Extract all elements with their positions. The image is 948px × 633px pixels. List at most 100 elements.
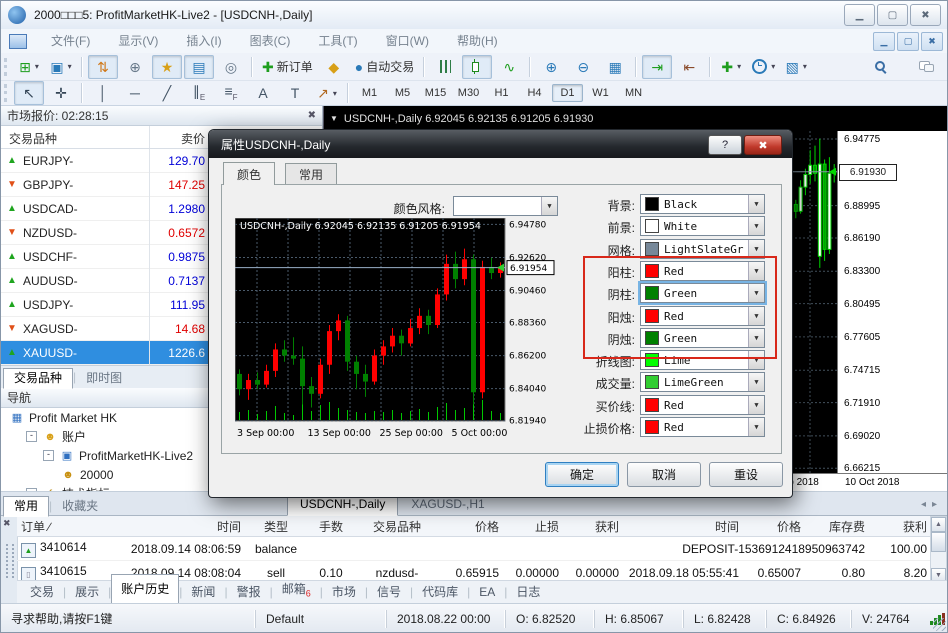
profiles-button[interactable]: ▣▾ [46, 55, 76, 79]
orders-column-1[interactable]: 时间 [117, 516, 245, 537]
ok-button[interactable]: 确定 [545, 462, 619, 487]
terminal-tab-1[interactable]: 展示 [66, 582, 108, 603]
terminal-tab-0[interactable]: 交易 [21, 582, 63, 603]
chat-button[interactable] [911, 55, 941, 79]
dialog-titlebar[interactable]: 属性USDCNH-,Daily [209, 130, 792, 158]
terminal-tab-7[interactable]: 信号 [368, 582, 410, 603]
trendline-button[interactable]: ╱ [152, 81, 182, 105]
dropdown-arrow-icon[interactable]: ▼ [748, 307, 764, 325]
cancel-button[interactable]: 取消 [627, 462, 701, 487]
dropdown-arrow-icon[interactable]: ▾ [737, 62, 741, 71]
auto-scroll-button[interactable]: ⇥ [642, 55, 672, 79]
cursor-button[interactable]: ↖ [14, 81, 44, 105]
color-select-9[interactable]: Red▼ [640, 395, 765, 415]
mdi-close-button[interactable]: ✖ [921, 32, 943, 51]
minimize-button[interactable]: ▁ [844, 4, 875, 26]
color-scheme-select[interactable]: ▼ [453, 196, 558, 216]
mdi-restore-button[interactable]: ▢ [897, 32, 919, 51]
autotrading-button[interactable]: ●自动交易 [351, 55, 418, 79]
orders-column-11[interactable]: 获利 [869, 516, 931, 537]
color-select-0[interactable]: Black▼ [640, 194, 765, 214]
column-bid[interactable]: 卖价 [181, 130, 205, 147]
timeframe-button-h4[interactable]: H4 [519, 84, 550, 102]
dropdown-arrow-icon[interactable]: ▼ [748, 240, 764, 258]
navigator-tab-0[interactable]: 常用 [3, 496, 49, 517]
terminal-close-icon[interactable]: ✖ [3, 518, 11, 529]
color-select-6[interactable]: Green▼ [640, 328, 765, 348]
orders-column-2[interactable]: 类型 [245, 516, 307, 537]
dialog-tab-colors[interactable]: 颜色 [223, 162, 275, 185]
dropdown-arrow-icon[interactable]: ▼ [748, 217, 764, 235]
timeframe-button-m5[interactable]: M5 [387, 84, 418, 102]
timeframe-button-m1[interactable]: M1 [354, 84, 385, 102]
crosshair-button[interactable]: ✛ [46, 81, 76, 105]
tab-scroll-arrows[interactable]: ◂▸ [921, 499, 943, 510]
color-select-1[interactable]: White▼ [640, 216, 765, 236]
terminal-tab-2[interactable]: 账户历史 [111, 574, 179, 603]
dialog-help-button[interactable]: ? [708, 135, 742, 155]
templates-button[interactable]: ▧▾ [781, 55, 811, 79]
color-select-4[interactable]: Green▼ [640, 283, 765, 303]
dropdown-arrow-icon[interactable]: ▼ [748, 373, 764, 391]
zoom-in-button[interactable]: ⊕ [536, 55, 566, 79]
arrows-button[interactable]: ↗▾ [312, 81, 342, 105]
color-select-2[interactable]: LightSlateGr▼ [640, 239, 765, 259]
orders-column-10[interactable]: 库存费 [805, 516, 869, 537]
dropdown-arrow-icon[interactable]: ▾ [803, 62, 807, 71]
timeframe-button-mn[interactable]: MN [618, 84, 649, 102]
market-watch-button[interactable]: ⇅ [88, 55, 118, 79]
new-order-button[interactable]: ✚新订单 [258, 55, 317, 79]
terminal-tab-3[interactable]: 新闻 [182, 582, 224, 603]
navigator-tab-1[interactable]: 收藏夹 [52, 497, 108, 516]
scroll-up-icon[interactable]: ▲ [931, 517, 946, 532]
chart-shift-button[interactable]: ⇤ [674, 55, 704, 79]
orders-column-9[interactable]: 价格 [743, 516, 805, 537]
text-label-button[interactable]: T [280, 81, 310, 105]
line-chart-button[interactable]: ∿ [494, 55, 524, 79]
dropdown-arrow-icon[interactable]: ▼ [748, 284, 764, 302]
color-select-10[interactable]: Red▼ [640, 417, 765, 437]
orders-column-6[interactable]: 止损 [503, 516, 563, 537]
orders-column-8[interactable]: 时间 [623, 516, 743, 537]
dropdown-arrow-icon[interactable]: ▼ [748, 262, 764, 280]
column-symbol[interactable]: 交易品种 [9, 130, 57, 147]
terminal-button[interactable]: ▤ [184, 55, 214, 79]
orders-column-4[interactable]: 交易品种 [355, 516, 439, 537]
strategy-tester-button[interactable]: ◎ [216, 55, 246, 79]
terminal-tab-4[interactable]: 警报 [228, 582, 270, 603]
menu-item-2[interactable]: 插入(I) [172, 30, 235, 53]
timeframe-button-w1[interactable]: W1 [585, 84, 616, 102]
color-select-7[interactable]: Lime▼ [640, 350, 765, 370]
scrollbar-thumb[interactable] [931, 532, 946, 552]
price-scale[interactable]: 6.947756.889956.861906.833006.804956.776… [837, 131, 948, 473]
new-chart-button[interactable]: ⊞▾ [14, 55, 44, 79]
dropdown-arrow-icon[interactable]: ▼ [748, 195, 764, 213]
dropdown-arrow-icon[interactable]: ▾ [68, 62, 72, 71]
terminal-grip[interactable]: ✖ [1, 516, 18, 604]
dropdown-arrow-icon[interactable]: ▾ [35, 62, 39, 71]
color-select-8[interactable]: LimeGreen▼ [640, 372, 765, 392]
dropdown-arrow-icon[interactable]: ▼ [748, 351, 764, 369]
indicators-button[interactable]: ✚▾ [716, 55, 746, 79]
fibonacci-button[interactable]: ≡F [216, 81, 246, 105]
equidistant-channel-button[interactable]: ∥E [184, 81, 214, 105]
menu-item-4[interactable]: 工具(T) [304, 30, 371, 53]
menu-item-3[interactable]: 图表(C) [236, 30, 305, 53]
menu-item-6[interactable]: 帮助(H) [443, 30, 512, 53]
menu-item-0[interactable]: 文件(F) [37, 30, 104, 53]
timeframe-button-d1[interactable]: D1 [552, 84, 583, 102]
market-watch-close-icon[interactable]: ✖ [308, 110, 316, 121]
terminal-tab-5[interactable]: 邮箱6 [273, 579, 320, 604]
collapse-icon[interactable]: - [26, 431, 37, 442]
mdi-minimize-button[interactable]: ▁ [873, 32, 895, 51]
resize-grip[interactable] [933, 618, 946, 631]
terminal-tab-9[interactable]: EA [470, 582, 504, 603]
text-button[interactable]: A [248, 81, 278, 105]
orders-column-0[interactable]: 订单 ∕ [17, 516, 117, 537]
close-button[interactable]: ✖ [910, 4, 941, 26]
dropdown-arrow-icon[interactable]: ▼ [748, 329, 764, 347]
timeframe-button-m30[interactable]: M30 [453, 84, 484, 102]
periods-button[interactable]: ▾ [748, 55, 779, 79]
dropdown-arrow-icon[interactable]: ▼ [748, 396, 764, 414]
metaeditor-button[interactable]: ◆ [319, 55, 349, 79]
